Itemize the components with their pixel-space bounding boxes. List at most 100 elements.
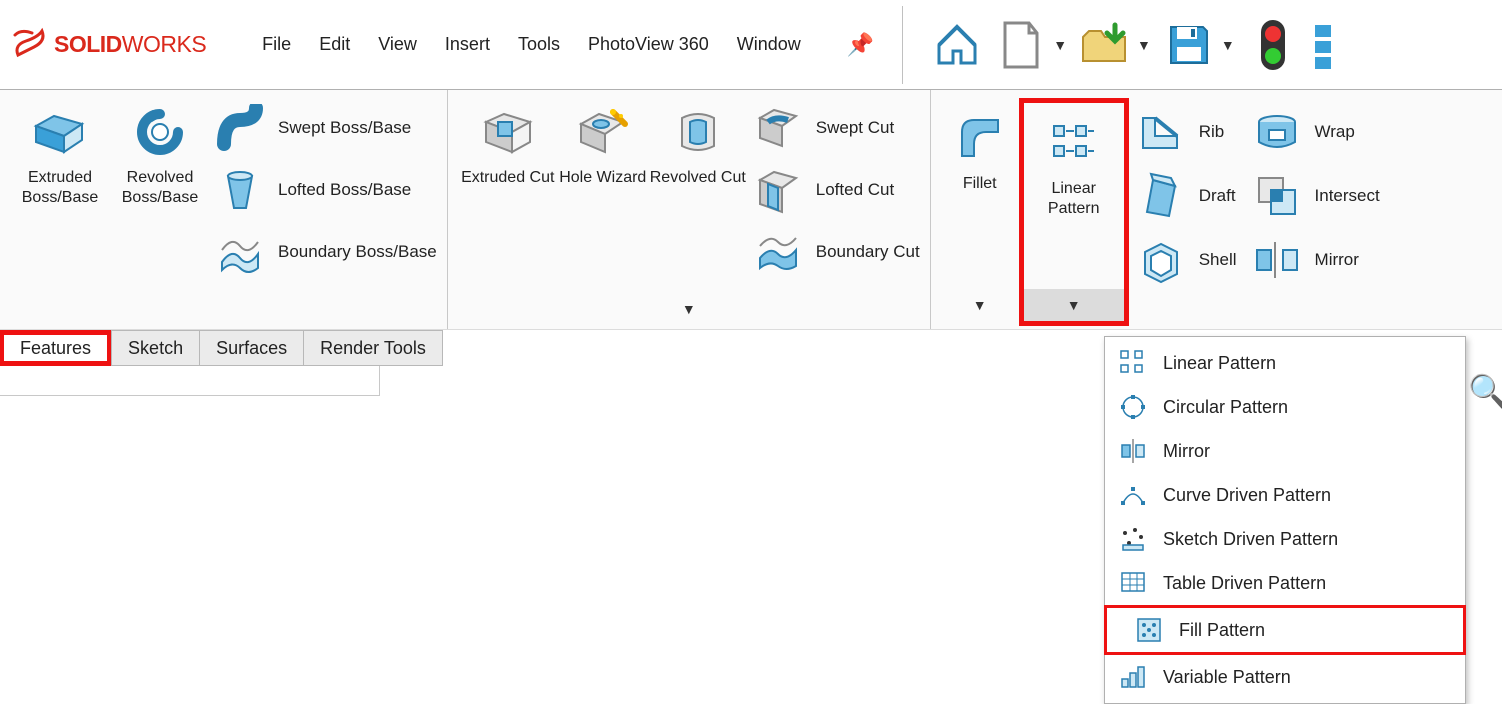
divider bbox=[902, 6, 903, 84]
revolved-cut-button[interactable]: Revolved Cut bbox=[648, 98, 748, 276]
panel-icon[interactable] bbox=[1311, 19, 1335, 71]
dd-mirror[interactable]: Mirror bbox=[1105, 429, 1465, 473]
dd-curve-driven[interactable]: Curve Driven Pattern bbox=[1105, 473, 1465, 517]
mirror-icon bbox=[1117, 435, 1149, 467]
boundary-cut-button[interactable]: Boundary Cut bbox=[754, 228, 920, 276]
label: Fillet bbox=[963, 174, 997, 194]
new-doc-button[interactable]: ▼ bbox=[995, 19, 1067, 71]
menu-photoview[interactable]: PhotoView 360 bbox=[588, 34, 709, 55]
label: Hole Wizard bbox=[559, 168, 646, 188]
group-cut: Extruded Cut Hole Wizard Revolved Cut Sw… bbox=[448, 90, 931, 329]
solidworks-logo: SOLIDWORKS bbox=[12, 27, 206, 63]
linear-pattern-button[interactable]: Linear Pattern bbox=[1034, 109, 1114, 219]
label: Wrap bbox=[1315, 122, 1355, 142]
label: Variable Pattern bbox=[1163, 667, 1291, 688]
lofted-boss-button[interactable]: Lofted Boss/Base bbox=[216, 166, 437, 214]
swept-boss-icon bbox=[216, 104, 264, 152]
label: Table Driven Pattern bbox=[1163, 573, 1326, 594]
lofted-boss-icon bbox=[216, 166, 264, 214]
feature-tree-stub bbox=[0, 366, 380, 396]
extruded-cut-button[interactable]: Extruded Cut bbox=[458, 98, 558, 276]
dd-table-driven[interactable]: Table Driven Pattern bbox=[1105, 561, 1465, 605]
draft-button[interactable]: Draft bbox=[1137, 172, 1237, 220]
menu-file[interactable]: File bbox=[262, 34, 291, 55]
circular-pattern-icon bbox=[1117, 391, 1149, 423]
menu-items: File Edit View Insert Tools PhotoView 36… bbox=[262, 32, 874, 58]
open-folder-icon bbox=[1079, 19, 1131, 71]
intersect-button[interactable]: Intersect bbox=[1253, 172, 1380, 220]
label: Swept Cut bbox=[816, 118, 894, 138]
boundary-boss-button[interactable]: Boundary Boss/Base bbox=[216, 228, 437, 276]
tab-surfaces[interactable]: Surfaces bbox=[199, 330, 304, 366]
shell-icon bbox=[1137, 236, 1185, 284]
traffic-light-icon[interactable] bbox=[1247, 19, 1299, 71]
tab-render-tools[interactable]: Render Tools bbox=[303, 330, 443, 366]
hole-wizard-button[interactable]: Hole Wizard bbox=[558, 98, 648, 276]
group-boss-base: Extruded Boss/Base Revolved Boss/Base Sw… bbox=[0, 90, 448, 329]
label: Fill Pattern bbox=[1179, 620, 1265, 641]
sketch-pattern-icon bbox=[1117, 523, 1149, 555]
revolved-cut-icon bbox=[670, 104, 726, 160]
linear-pattern-highlighted: Linear Pattern ▼ bbox=[1019, 98, 1129, 326]
dd-sketch-driven[interactable]: Sketch Driven Pattern bbox=[1105, 517, 1465, 561]
home-icon[interactable] bbox=[931, 19, 983, 71]
tab-features[interactable]: Features bbox=[0, 330, 112, 366]
linear-pattern-caret[interactable]: ▼ bbox=[1024, 289, 1124, 321]
label: Shell bbox=[1199, 250, 1237, 270]
fillet-caret[interactable]: ▼ bbox=[973, 297, 987, 313]
dd-linear-pattern[interactable]: Linear Pattern bbox=[1105, 341, 1465, 385]
extruded-boss-button[interactable]: Extruded Boss/Base bbox=[10, 98, 110, 208]
fillet-button[interactable]: Fillet bbox=[945, 104, 1015, 194]
revolved-boss-button[interactable]: Revolved Boss/Base bbox=[110, 98, 210, 208]
label: Sketch Driven Pattern bbox=[1163, 529, 1338, 550]
menu-view[interactable]: View bbox=[378, 34, 417, 55]
swept-cut-button[interactable]: Swept Cut bbox=[754, 104, 920, 152]
open-doc-button[interactable]: ▼ bbox=[1079, 19, 1151, 71]
mirror-button[interactable]: Mirror bbox=[1253, 236, 1380, 284]
menu-insert[interactable]: Insert bbox=[445, 34, 490, 55]
label: Intersect bbox=[1315, 186, 1380, 206]
tab-sketch[interactable]: Sketch bbox=[111, 330, 200, 366]
dd-variable-pattern[interactable]: Variable Pattern bbox=[1105, 655, 1465, 699]
label: Linear Pattern bbox=[1034, 179, 1114, 219]
rib-icon bbox=[1137, 108, 1185, 156]
ds-logo-icon bbox=[12, 27, 48, 63]
dd-circular-pattern[interactable]: Circular Pattern bbox=[1105, 385, 1465, 429]
label: Lofted Cut bbox=[816, 180, 894, 200]
save-button[interactable]: ▼ bbox=[1163, 19, 1235, 71]
label: Curve Driven Pattern bbox=[1163, 485, 1331, 506]
fillet-col: Fillet ▼ bbox=[941, 98, 1019, 325]
fill-pattern-icon bbox=[1133, 614, 1165, 646]
menu-tools[interactable]: Tools bbox=[518, 34, 560, 55]
rib-button[interactable]: Rib bbox=[1137, 108, 1237, 156]
curve-pattern-icon bbox=[1117, 479, 1149, 511]
hole-wizard-caret[interactable]: ▼ bbox=[458, 301, 920, 325]
wrap-button[interactable]: Wrap bbox=[1253, 108, 1380, 156]
quick-access-toolbar: ▼ ▼ ▼ bbox=[931, 19, 1335, 71]
extruded-cut-icon bbox=[480, 104, 536, 160]
label: Revolved Cut bbox=[650, 168, 746, 188]
caret-icon: ▼ bbox=[1053, 37, 1067, 53]
new-doc-icon bbox=[995, 19, 1047, 71]
save-icon bbox=[1163, 19, 1215, 71]
label: Revolved Boss/Base bbox=[110, 168, 210, 208]
dd-fill-pattern[interactable]: Fill Pattern bbox=[1104, 605, 1466, 655]
swept-boss-button[interactable]: Swept Boss/Base bbox=[216, 104, 437, 152]
magnifier-icon[interactable]: 🔍 bbox=[1468, 372, 1502, 410]
wrap-icon bbox=[1253, 108, 1301, 156]
menu-edit[interactable]: Edit bbox=[319, 34, 350, 55]
boundary-cut-icon bbox=[754, 228, 802, 276]
label: Extruded Boss/Base bbox=[10, 168, 110, 208]
cut-list: Swept Cut Lofted Cut Boundary Cut bbox=[748, 98, 920, 276]
hole-wizard-icon bbox=[575, 104, 631, 160]
shell-button[interactable]: Shell bbox=[1137, 236, 1237, 284]
label: Mirror bbox=[1315, 250, 1359, 270]
boundary-boss-icon bbox=[216, 228, 264, 276]
menu-window[interactable]: Window bbox=[737, 34, 801, 55]
ribbon: Extruded Boss/Base Revolved Boss/Base Sw… bbox=[0, 90, 1502, 330]
linear-pattern-dropdown: Linear Pattern Circular Pattern Mirror C… bbox=[1104, 336, 1466, 704]
caret-icon: ▼ bbox=[1221, 37, 1235, 53]
label: Draft bbox=[1199, 186, 1236, 206]
pin-icon[interactable]: 📌 bbox=[847, 32, 874, 58]
lofted-cut-button[interactable]: Lofted Cut bbox=[754, 166, 920, 214]
